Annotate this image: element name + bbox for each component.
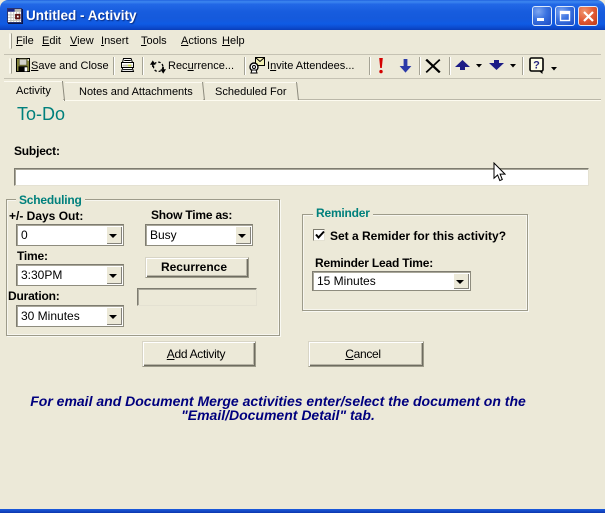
svg-text:?: ? (533, 60, 540, 72)
